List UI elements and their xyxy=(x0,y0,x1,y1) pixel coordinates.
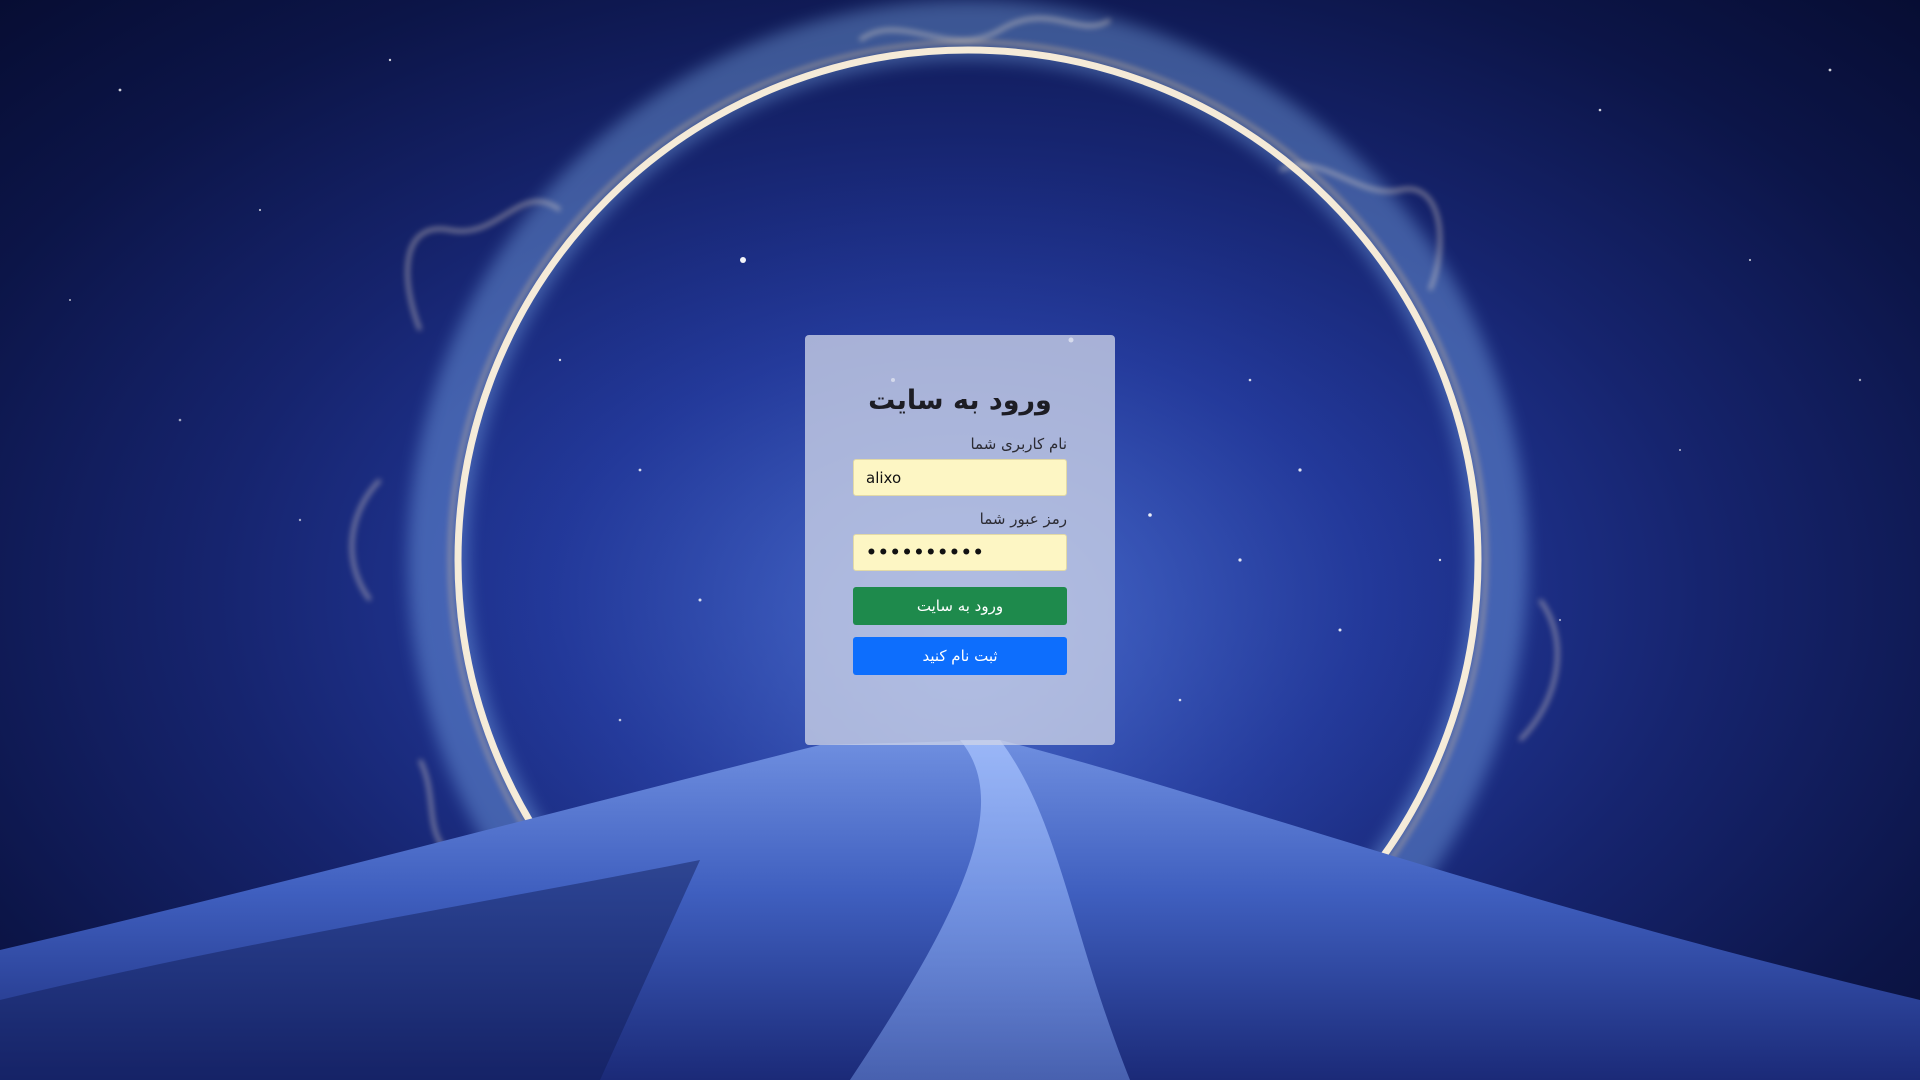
username-input[interactable] xyxy=(853,459,1067,496)
login-button[interactable]: ورود به سایت xyxy=(853,587,1067,625)
login-title: ورود به سایت xyxy=(868,385,1052,416)
password-input[interactable] xyxy=(853,534,1067,571)
login-page: ورود به سایت نام کاربری شما رمز عبور شما… xyxy=(0,0,1920,1080)
password-label: رمز عبور شما xyxy=(979,510,1067,528)
username-label: نام کاربری شما xyxy=(970,435,1067,453)
login-card: ورود به سایت نام کاربری شما رمز عبور شما… xyxy=(805,335,1115,745)
register-button[interactable]: ثبت نام کنید xyxy=(853,637,1067,675)
